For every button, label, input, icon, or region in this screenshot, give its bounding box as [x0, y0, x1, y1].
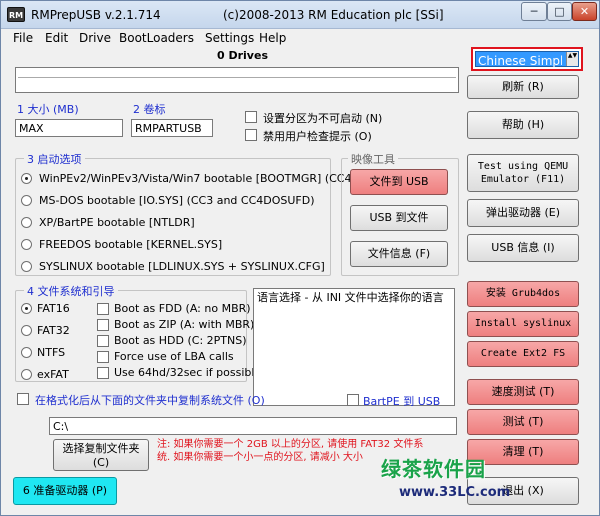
boot-radio-freedos[interactable] [21, 239, 32, 250]
install-grub4dos-button[interactable]: 安装 Grub4dos [467, 281, 579, 307]
boot-radio-winpe[interactable] [21, 173, 32, 184]
usb-info-button[interactable]: USB 信息 (I) [467, 234, 579, 262]
window-title: RMPrepUSB v.2.1.714 [31, 8, 161, 22]
note-line-1: 注: 如果你需要一个 2GB 以上的分区, 请使用 FAT32 文件系 [157, 439, 424, 450]
language-field[interactable]: Chinese Simpli ▲▼ [475, 51, 579, 68]
boot-fdd-label: Boot as FDD (A: no MBR) [114, 302, 251, 315]
menu-bootloaders[interactable]: BootLoaders [119, 31, 194, 45]
size-label: 1 大小 (MB) [17, 103, 79, 116]
refresh-button[interactable]: 刷新 (R) [467, 75, 579, 99]
image-tools-title: 映像工具 [348, 151, 398, 167]
fs-label-fat32: FAT32 [37, 324, 70, 337]
help-button[interactable]: 帮助 (H) [467, 111, 579, 139]
maximize-button[interactable]: □ [547, 2, 572, 21]
bartpe-checkbox[interactable] [347, 394, 359, 406]
boot-option-syslinux: SYSLINUX bootable [LDLINUX.SYS + SYSLINU… [39, 260, 325, 273]
fs-label-fat16: FAT16 [37, 302, 70, 315]
boot-radio-xp[interactable] [21, 217, 32, 228]
use-64hd-label: Use 64hd/32sec if possible [114, 366, 262, 379]
boot-hdd-checkbox[interactable] [97, 335, 109, 347]
file-to-usb-button[interactable]: 文件到 USB [350, 169, 448, 195]
menu-file[interactable]: File [13, 31, 33, 45]
boot-option-freedos: FREEDOS bootable [KERNEL.SYS] [39, 238, 223, 251]
force-lba-label: Force use of LBA calls [114, 350, 234, 363]
drives-count-label: 0 Drives [217, 49, 268, 62]
boot-option-winpe: WinPEv2/WinPEv3/Vista/Win7 bootable [BOO… [39, 172, 356, 185]
copyright-text: (c)2008-2013 RM Education plc [SSi] [223, 8, 444, 22]
non-bootable-checkbox[interactable] [245, 111, 257, 123]
usb-to-file-button[interactable]: USB 到文件 [350, 205, 448, 231]
close-button[interactable]: ✕ [572, 2, 597, 21]
create-ext2-button[interactable]: Create Ext2 FS [467, 341, 579, 367]
fs-label-exfat: exFAT [37, 368, 69, 381]
eject-drive-button[interactable]: 弹出驱动器 (E) [467, 199, 579, 227]
menu-settings[interactable]: Settings [205, 31, 254, 45]
disable-prompt-checkbox[interactable] [245, 129, 257, 141]
force-lba-checkbox[interactable] [97, 351, 109, 363]
bartpe-label: BartPE 到 USB [363, 395, 441, 408]
copy-files-checkbox[interactable] [17, 393, 29, 405]
note-line-2: 统. 如果你需要一个小一点的分区, 请减小 大小 [157, 452, 363, 463]
minimize-button[interactable]: ─ [521, 2, 547, 21]
non-bootable-label: 设置分区为不可启动 (N) [263, 112, 383, 125]
choose-copy-folder-line-1: 选择复制文件夹 [62, 442, 140, 455]
app-window: RM RMPrepUSB v.2.1.714 (c)2008-2013 RM E… [0, 0, 600, 516]
choose-copy-folder-button[interactable]: 选择复制文件夹 (C) [53, 439, 149, 471]
filesystem-title: 4 文件系统和引导 [24, 283, 118, 299]
menu-drive[interactable]: Drive [79, 31, 111, 45]
size-input[interactable]: MAX [15, 119, 123, 137]
test-button[interactable]: 测试 (T) [467, 409, 579, 435]
boot-fdd-checkbox[interactable] [97, 303, 109, 315]
watermark-url: www.33LC.com [399, 485, 511, 500]
fs-radio-fat32[interactable] [21, 325, 32, 336]
boot-hdd-label: Boot as HDD (C: 2PTNS) [114, 334, 247, 347]
language-value: Chinese Simpli [478, 54, 562, 68]
file-info-button[interactable]: 文件信息 (F) [350, 241, 448, 267]
install-syslinux-button[interactable]: Install syslinux [467, 311, 579, 337]
watermark-logo: 绿茶软件园 [381, 457, 486, 481]
fs-radio-exfat[interactable] [21, 369, 32, 380]
qemu-test-button[interactable]: Test using QEMU Emulator (F11) [467, 154, 579, 192]
boot-option-msdos: MS-DOS bootable [IO.SYS] (CC3 and CC4DOS… [39, 194, 315, 207]
menu-bar: File Edit Drive BootLoaders Settings Hel… [1, 30, 461, 48]
copy-folder-path[interactable]: C:\ [49, 417, 457, 435]
language-selector[interactable]: Chinese Simpli ▲▼ [471, 47, 583, 71]
prepare-drive-button[interactable]: 6 准备驱动器 (P) [13, 477, 117, 505]
drive-list[interactable] [15, 67, 459, 93]
fs-radio-ntfs[interactable] [21, 347, 32, 358]
fs-label-ntfs: NTFS [37, 346, 66, 359]
info-textarea[interactable]: 语言选择 - 从 INI 文件中选择你的语言 [253, 288, 455, 406]
volume-input[interactable]: RMPARTUSB [131, 119, 213, 137]
copy-files-label: 在格式化后从下面的文件夹中复制系统文件 (O) [35, 394, 265, 407]
choose-copy-folder-line-2: (C) [92, 456, 110, 469]
boot-options-title: 3 启动选项 [24, 151, 85, 167]
menu-help[interactable]: Help [259, 31, 286, 45]
disable-prompt-label: 禁用用户检查提示 (O) [263, 130, 372, 143]
volume-label: 2 卷标 [133, 103, 166, 116]
use-64hd-checkbox[interactable] [97, 367, 109, 379]
boot-zip-checkbox[interactable] [97, 319, 109, 331]
app-icon: RM [7, 7, 25, 22]
boot-radio-syslinux[interactable] [21, 261, 32, 272]
boot-zip-label: Boot as ZIP (A: with MBR) [114, 318, 255, 331]
boot-radio-msdos[interactable] [21, 195, 32, 206]
spin-arrows-icon[interactable]: ▲▼ [566, 52, 578, 66]
menu-edit[interactable]: Edit [45, 31, 68, 45]
title-bar: RM RMPrepUSB v.2.1.714 (c)2008-2013 RM E… [1, 1, 599, 29]
fs-radio-fat16[interactable] [21, 303, 32, 314]
boot-option-xp: XP/BartPE bootable [NTLDR] [39, 216, 195, 229]
qemu-line-2: Emulator (F11) [480, 174, 566, 185]
qemu-line-1: Test using QEMU [477, 161, 569, 172]
speed-test-button[interactable]: 速度测试 (T) [467, 379, 579, 405]
